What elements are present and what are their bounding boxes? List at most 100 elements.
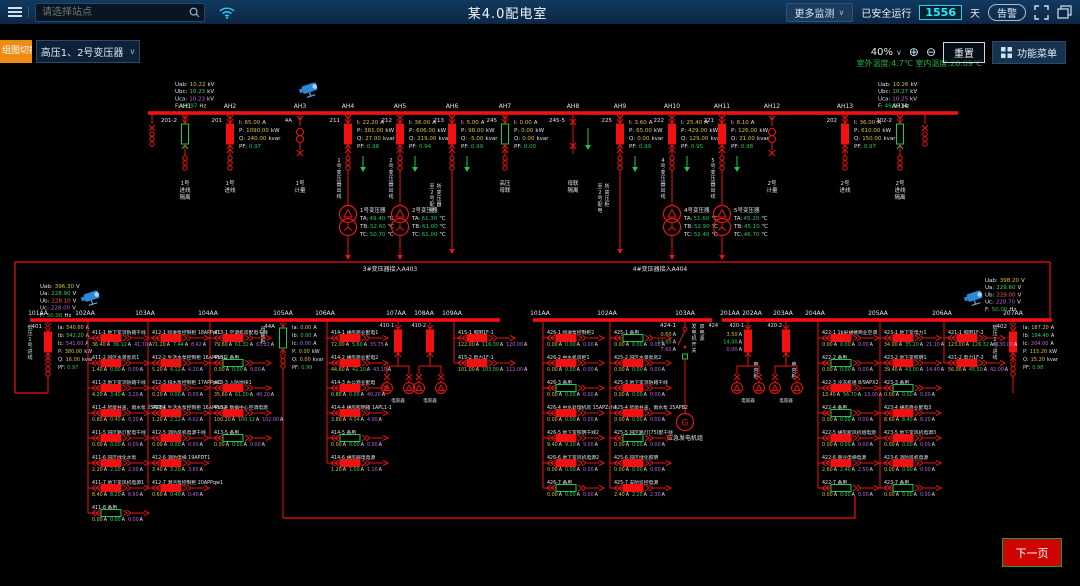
feeder-423-1[interactable]: 423-1 地下室电力134.00A35.20A21.10A [880,329,945,348]
zoom-out-icon[interactable]: ⊖ [926,45,936,59]
feeder-422-7[interactable]: 422-7 备用0.00A0.00A0.00A [818,479,879,498]
feeder-412-7[interactable]: 412-7 潜污泵控制柜 20APPqw10.60A0.40A0.40A [148,479,223,498]
feeder-415-2[interactable]: 415-2 电力1F-1101.00A103.00A112.00A [454,354,528,373]
feeder-414-6[interactable]: 414-6 裙房弱电电源1.20A1.00A1.10A [327,454,388,473]
capacitor-bay-410-2[interactable]: 410-2电容器 [411,320,446,404]
svg-text:0.00A: 0.00A [726,347,742,353]
svg-text:4#变压器接入A404: 4#变压器接入A404 [633,265,688,273]
feeder-414-5[interactable]: 414-5 备用0.00A0.00A0.00A [327,429,388,448]
feeder-422-4[interactable]: 422-4 备用0.00A0.00A0.00A [818,404,879,423]
hv-bay-245[interactable]: 245I:0.00AP:0.00kWQ:0.00kvarPF:0.00高压母联 [487,113,550,194]
feeder-426-1[interactable]: 426-1 喷淋泵控制柜20.00A0.00A0.00A [543,329,604,348]
feeder-423-2[interactable]: 423-2 地下室照明139.40A43.00A14.40A [880,354,945,373]
feeder-425-7[interactable]: 425-7 安防监控电源2.40A2.20A2.30A [610,479,671,498]
feeder-422-6[interactable]: 422-6 商业电梯电源2.60A2.40A2.50A [818,454,879,473]
hv-bay-4A[interactable]: 4A1号计量 [285,113,306,194]
feeder-423-4[interactable]: 423-4 裙房商业配电38.60A8.40A8.20A [880,404,941,423]
feeder-426-6[interactable]: 426-6 地下室风机电源20.00A0.00A0.00A [543,454,604,473]
single-line-diagram-canvas[interactable]: Uab:10.22kVUbc:10.23kVUca:10.23kVF:49.97… [0,66,1080,586]
feeder-411-6[interactable]: 411-6 园区绿化水泵2.20A2.10A2.00A [88,454,149,473]
hv-bay-pt[interactable]: 2号计量 [766,113,778,194]
feeder-425-3[interactable]: 425-3 地下室消防箱干线0.00A0.00A0.00A [610,379,671,398]
search-icon[interactable] [189,7,200,18]
feeder-413-2[interactable]: 413-2 备用0.00A0.00A0.00A [210,354,271,373]
svg-text:Uca:10.23kV: Uca:10.23kV [175,96,214,102]
feeder-426-3[interactable]: 426-3 备用0.00A0.00A0.00A [543,379,604,398]
hv-bay-201[interactable]: 201I:65.00AP:1090.00kWQ:240.00kvarPF:0.9… [212,113,282,194]
lv-incomer-402[interactable]: 402Ia:187.20AIb:194.40AIc:204.00AP:115.2… [992,320,1058,393]
feeder-426-2[interactable]: 426-2 中水机房柜10.00A0.00A0.00A [543,354,604,373]
feeder-411-5[interactable]: 411-5 园区路灯配电干线0.00A0.00A0.00A [88,429,149,448]
svg-text:Q:27.00kvar: Q:27.00kvar [357,136,396,142]
svg-text:106AA: 106AA [315,310,336,317]
tab-diagram-switch[interactable]: 组图切换 [0,40,32,63]
svg-text:AH9: AH9 [614,103,627,110]
svg-text:PF:0.99: PF:0.99 [629,144,652,150]
feeder-426-5[interactable]: 426-5 地下室照明干线29.40A9.20A9.00A [543,429,604,448]
feeder-411-8[interactable]: 411-8 备用0.00A0.00A0.00A [88,504,149,523]
feeder-426-7[interactable]: 426-7 备用0.00A0.00A0.00A [543,479,604,498]
zoom-level-select[interactable]: 40%∨ [871,47,902,58]
feeder-411-7[interactable]: 411-7 地下室风机电源18.40A8.20A8.60A [88,479,149,498]
hv-bay-201-2[interactable]: 201-21号进线隔离 [149,113,191,201]
feeder-411-2[interactable]: 411-2 园区水景泵房11.40A0.00A0.00A [88,354,149,373]
feeder-413-1[interactable]: 413-1 空调机房配电干线79.60A61.32A63.22A [210,329,275,348]
lv-incomer-401[interactable]: 401Ia:540.60AIb:542.20AIc:541.60AP:380.0… [27,320,93,393]
next-page-button[interactable]: 下一页 [1002,538,1062,567]
windows-icon[interactable] [1057,5,1072,19]
svg-text:36.40A36.12A41.70A: 36.40A36.12A41.70A [92,342,153,348]
svg-text:Q:0.00kvar: Q:0.00kvar [292,357,325,363]
capacitor-bay-420-1[interactable]: 420-14243.50A14.00A0.00A电容柜电容器 [708,320,764,404]
feeder-423-6[interactable]: 423-6 消防风机电源0.00A0.00A0.00A [880,454,941,473]
svg-text:2号: 2号 [768,180,777,187]
feeder-411-1[interactable]: 411-1 地下室消防箱干线36.40A36.12A41.70A [88,329,153,348]
capacitor-bay-420-2[interactable]: 420-2电容柜电容器 [767,320,802,404]
feeder-414-2[interactable]: 414-2 裙房商业配电244.60A42.10A43.10A [327,354,392,373]
feeder-425-6[interactable]: 425-6 园区绿化照明0.00A0.00A0.00A [610,454,671,473]
capacitor-bay-410-1[interactable]: 410-1电容器 [379,320,414,404]
feeder-421-2[interactable]: 421-2 电力1F-256.00A45.50A42.00A [944,354,1009,373]
feeder-413-5[interactable]: 413-5 备用0.00A0.00A0.00A [210,429,271,448]
feeder-422-5[interactable]: 422-5 裙房新风机组电源0.00A0.00A0.00A [818,429,879,448]
feeder-422-1[interactable]: 422-1 1b层裙楼商业空调0.00A0.00A0.00A [818,329,879,348]
scada-app: 某4.0配电室 更多监测∨ 已安全运行 1556 天 告警 组图切换 高压1、2… [0,0,1080,586]
svg-text:进线: 进线 [839,186,851,194]
feeder-411-3[interactable]: 411-3 地下室消防箱干线4.20A3.40A3.20A [88,379,149,398]
hv-bay-245-5[interactable]: 245-5母联隔离 [549,113,591,194]
feeder-425-2[interactable]: 425-2 园区水景泵房20.00A0.00A0.00A [610,354,671,373]
feeder-422-3[interactable]: 422-3 冷冻机组 8/9APX213.40A56.70A13.00A [818,379,883,398]
feeder-414-1[interactable]: 414-1 裙房商业配电172.00A5.60A35.75A [327,329,389,348]
menu-icon[interactable] [8,7,22,17]
feeder-426-4[interactable]: 426-4 中水处理机房 15APZsh10.00A0.00A0.00A [543,404,617,423]
svg-text:103AA: 103AA [675,310,696,317]
hv-bay-225[interactable]: 225I:3.60AP:65.00kWQ:0.00kvarPF:0.99至2号配… [597,113,664,254]
safe-run-days: 1556 [919,5,962,20]
feeder-421-1[interactable]: 421-1 照明1F-2123.00A126.32A130.00A [944,330,1018,348]
station-search[interactable] [35,3,205,22]
reset-button[interactable]: 重置 [943,42,985,63]
feeder-423-3[interactable]: 423-3 备用0.00A0.00A0.00A [880,379,941,398]
zoom-in-icon[interactable]: ⊕ [909,45,919,59]
feeder-414-4[interactable]: 414-4 裙房照明箱 1APL1-13.80A4.04A4.00A [327,404,392,423]
hv-bay-211[interactable]: 211I:22.20AP:381.00kWQ:27.00kvarPF:0.981… [330,113,396,260]
alarm-button[interactable]: 告警 [988,4,1026,21]
feeder-413-4[interactable]: 413-4 数据中心空调电源100.20A100.12A102.00A [210,404,284,423]
view-selector[interactable]: 高压1、2号变压器∨ [36,40,140,63]
feeder-412-6[interactable]: 412-6 消防电梯 19APDT13.40A3.20A3.60A [148,454,210,473]
search-input[interactable] [40,6,189,19]
feeder-414-3[interactable]: 414-3 办公商业配电0.80A0.00A40.20A [327,379,388,398]
feeder-422-2[interactable]: 422-2 备用0.00A0.00A0.00A [818,354,879,373]
feeder-413-3[interactable]: 413-3 人防地块135.60A61.00A40.20A [210,379,275,398]
hv-bay-202-2[interactable]: 202-22号进线隔离 [876,113,928,201]
feeder-425-5[interactable]: 425-5 园区路灯(75)配干线0.00A0.00A0.00A [610,429,673,448]
svg-text:隔离: 隔离 [179,193,191,201]
hv-bay-202[interactable]: 202I:36.00AP:610.00kWQ:150.00kvarPF:0.97… [827,113,897,194]
fullscreen-icon[interactable] [1034,5,1049,20]
feeder-423-5[interactable]: 423-5 地下室风机电源30.00A0.00A0.00A [880,429,941,448]
feeder-415-1[interactable]: 415-1 照明1F-1122.00A116.30A120.00A [454,330,528,348]
feeder-423-7[interactable]: 423-7 备用0.00A0.00A0.00A [880,479,941,498]
more-monitor-button[interactable]: 更多监测∨ [786,3,854,22]
feeder-412-5[interactable]: 412-5 消防风机电源干线0.00A0.00A0.00A [148,429,209,448]
svg-text:4.20A3.40A3.20A: 4.20A3.40A3.20A [92,392,144,398]
function-menu-button[interactable]: 功能菜单 [992,41,1066,64]
